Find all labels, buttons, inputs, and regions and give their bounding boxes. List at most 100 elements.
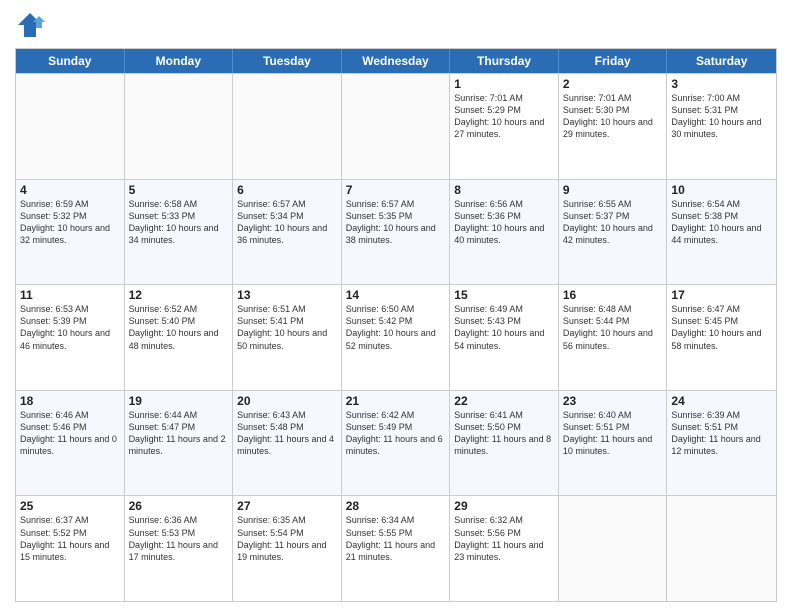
calendar-cell: 15Sunrise: 6:49 AM Sunset: 5:43 PM Dayli…	[450, 285, 559, 390]
day-info: Sunrise: 6:54 AM Sunset: 5:38 PM Dayligh…	[671, 198, 772, 247]
day-info: Sunrise: 6:59 AM Sunset: 5:32 PM Dayligh…	[20, 198, 120, 247]
day-number: 14	[346, 288, 446, 302]
day-number: 13	[237, 288, 337, 302]
calendar-cell: 10Sunrise: 6:54 AM Sunset: 5:38 PM Dayli…	[667, 180, 776, 285]
calendar-cell: 17Sunrise: 6:47 AM Sunset: 5:45 PM Dayli…	[667, 285, 776, 390]
logo	[15, 10, 49, 40]
day-info: Sunrise: 6:42 AM Sunset: 5:49 PM Dayligh…	[346, 409, 446, 458]
calendar-cell: 7Sunrise: 6:57 AM Sunset: 5:35 PM Daylig…	[342, 180, 451, 285]
day-number: 18	[20, 394, 120, 408]
calendar-cell: 12Sunrise: 6:52 AM Sunset: 5:40 PM Dayli…	[125, 285, 234, 390]
weekday-header: Saturday	[667, 49, 776, 73]
calendar-cell: 19Sunrise: 6:44 AM Sunset: 5:47 PM Dayli…	[125, 391, 234, 496]
weekday-header: Friday	[559, 49, 668, 73]
calendar-cell	[125, 74, 234, 179]
day-info: Sunrise: 6:48 AM Sunset: 5:44 PM Dayligh…	[563, 303, 663, 352]
day-number: 11	[20, 288, 120, 302]
day-info: Sunrise: 6:52 AM Sunset: 5:40 PM Dayligh…	[129, 303, 229, 352]
day-info: Sunrise: 6:43 AM Sunset: 5:48 PM Dayligh…	[237, 409, 337, 458]
calendar-cell	[16, 74, 125, 179]
day-number: 29	[454, 499, 554, 513]
calendar-cell	[559, 496, 668, 601]
day-info: Sunrise: 6:35 AM Sunset: 5:54 PM Dayligh…	[237, 514, 337, 563]
calendar-cell: 9Sunrise: 6:55 AM Sunset: 5:37 PM Daylig…	[559, 180, 668, 285]
calendar-row: 25Sunrise: 6:37 AM Sunset: 5:52 PM Dayli…	[16, 495, 776, 601]
calendar-cell: 14Sunrise: 6:50 AM Sunset: 5:42 PM Dayli…	[342, 285, 451, 390]
day-number: 8	[454, 183, 554, 197]
day-number: 15	[454, 288, 554, 302]
weekday-header: Wednesday	[342, 49, 451, 73]
day-info: Sunrise: 6:46 AM Sunset: 5:46 PM Dayligh…	[20, 409, 120, 458]
calendar-cell: 4Sunrise: 6:59 AM Sunset: 5:32 PM Daylig…	[16, 180, 125, 285]
day-info: Sunrise: 6:55 AM Sunset: 5:37 PM Dayligh…	[563, 198, 663, 247]
day-info: Sunrise: 6:58 AM Sunset: 5:33 PM Dayligh…	[129, 198, 229, 247]
day-info: Sunrise: 6:34 AM Sunset: 5:55 PM Dayligh…	[346, 514, 446, 563]
day-info: Sunrise: 6:36 AM Sunset: 5:53 PM Dayligh…	[129, 514, 229, 563]
calendar-row: 1Sunrise: 7:01 AM Sunset: 5:29 PM Daylig…	[16, 73, 776, 179]
calendar-cell: 18Sunrise: 6:46 AM Sunset: 5:46 PM Dayli…	[16, 391, 125, 496]
day-number: 20	[237, 394, 337, 408]
day-number: 3	[671, 77, 772, 91]
weekday-header: Monday	[125, 49, 234, 73]
calendar-row: 11Sunrise: 6:53 AM Sunset: 5:39 PM Dayli…	[16, 284, 776, 390]
calendar-cell	[233, 74, 342, 179]
calendar-row: 18Sunrise: 6:46 AM Sunset: 5:46 PM Dayli…	[16, 390, 776, 496]
calendar-cell: 20Sunrise: 6:43 AM Sunset: 5:48 PM Dayli…	[233, 391, 342, 496]
calendar-cell: 29Sunrise: 6:32 AM Sunset: 5:56 PM Dayli…	[450, 496, 559, 601]
day-info: Sunrise: 6:41 AM Sunset: 5:50 PM Dayligh…	[454, 409, 554, 458]
weekday-header: Sunday	[16, 49, 125, 73]
calendar-cell	[667, 496, 776, 601]
day-number: 6	[237, 183, 337, 197]
day-number: 22	[454, 394, 554, 408]
day-info: Sunrise: 6:51 AM Sunset: 5:41 PM Dayligh…	[237, 303, 337, 352]
day-number: 21	[346, 394, 446, 408]
day-info: Sunrise: 6:57 AM Sunset: 5:35 PM Dayligh…	[346, 198, 446, 247]
calendar-cell: 3Sunrise: 7:00 AM Sunset: 5:31 PM Daylig…	[667, 74, 776, 179]
day-number: 4	[20, 183, 120, 197]
calendar: SundayMondayTuesdayWednesdayThursdayFrid…	[15, 48, 777, 602]
day-info: Sunrise: 6:47 AM Sunset: 5:45 PM Dayligh…	[671, 303, 772, 352]
calendar-cell: 11Sunrise: 6:53 AM Sunset: 5:39 PM Dayli…	[16, 285, 125, 390]
day-number: 17	[671, 288, 772, 302]
weekday-header: Thursday	[450, 49, 559, 73]
calendar-cell: 27Sunrise: 6:35 AM Sunset: 5:54 PM Dayli…	[233, 496, 342, 601]
page: SundayMondayTuesdayWednesdayThursdayFrid…	[0, 0, 792, 612]
calendar-cell: 13Sunrise: 6:51 AM Sunset: 5:41 PM Dayli…	[233, 285, 342, 390]
calendar-cell: 8Sunrise: 6:56 AM Sunset: 5:36 PM Daylig…	[450, 180, 559, 285]
day-number: 5	[129, 183, 229, 197]
day-number: 25	[20, 499, 120, 513]
day-number: 24	[671, 394, 772, 408]
weekday-header: Tuesday	[233, 49, 342, 73]
day-info: Sunrise: 6:57 AM Sunset: 5:34 PM Dayligh…	[237, 198, 337, 247]
day-info: Sunrise: 6:37 AM Sunset: 5:52 PM Dayligh…	[20, 514, 120, 563]
day-number: 19	[129, 394, 229, 408]
day-number: 28	[346, 499, 446, 513]
day-info: Sunrise: 6:49 AM Sunset: 5:43 PM Dayligh…	[454, 303, 554, 352]
day-number: 2	[563, 77, 663, 91]
calendar-cell: 23Sunrise: 6:40 AM Sunset: 5:51 PM Dayli…	[559, 391, 668, 496]
day-info: Sunrise: 7:00 AM Sunset: 5:31 PM Dayligh…	[671, 92, 772, 141]
day-info: Sunrise: 7:01 AM Sunset: 5:29 PM Dayligh…	[454, 92, 554, 141]
calendar-header: SundayMondayTuesdayWednesdayThursdayFrid…	[16, 49, 776, 73]
day-number: 9	[563, 183, 663, 197]
day-number: 23	[563, 394, 663, 408]
day-info: Sunrise: 6:39 AM Sunset: 5:51 PM Dayligh…	[671, 409, 772, 458]
day-info: Sunrise: 6:44 AM Sunset: 5:47 PM Dayligh…	[129, 409, 229, 458]
calendar-row: 4Sunrise: 6:59 AM Sunset: 5:32 PM Daylig…	[16, 179, 776, 285]
logo-icon	[15, 10, 45, 40]
header	[15, 10, 777, 40]
calendar-cell: 5Sunrise: 6:58 AM Sunset: 5:33 PM Daylig…	[125, 180, 234, 285]
day-info: Sunrise: 6:40 AM Sunset: 5:51 PM Dayligh…	[563, 409, 663, 458]
calendar-cell: 21Sunrise: 6:42 AM Sunset: 5:49 PM Dayli…	[342, 391, 451, 496]
calendar-cell: 26Sunrise: 6:36 AM Sunset: 5:53 PM Dayli…	[125, 496, 234, 601]
day-info: Sunrise: 6:56 AM Sunset: 5:36 PM Dayligh…	[454, 198, 554, 247]
day-number: 1	[454, 77, 554, 91]
calendar-cell: 1Sunrise: 7:01 AM Sunset: 5:29 PM Daylig…	[450, 74, 559, 179]
calendar-cell: 25Sunrise: 6:37 AM Sunset: 5:52 PM Dayli…	[16, 496, 125, 601]
calendar-cell: 22Sunrise: 6:41 AM Sunset: 5:50 PM Dayli…	[450, 391, 559, 496]
day-number: 16	[563, 288, 663, 302]
day-info: Sunrise: 6:50 AM Sunset: 5:42 PM Dayligh…	[346, 303, 446, 352]
day-number: 27	[237, 499, 337, 513]
calendar-cell: 2Sunrise: 7:01 AM Sunset: 5:30 PM Daylig…	[559, 74, 668, 179]
calendar-cell	[342, 74, 451, 179]
